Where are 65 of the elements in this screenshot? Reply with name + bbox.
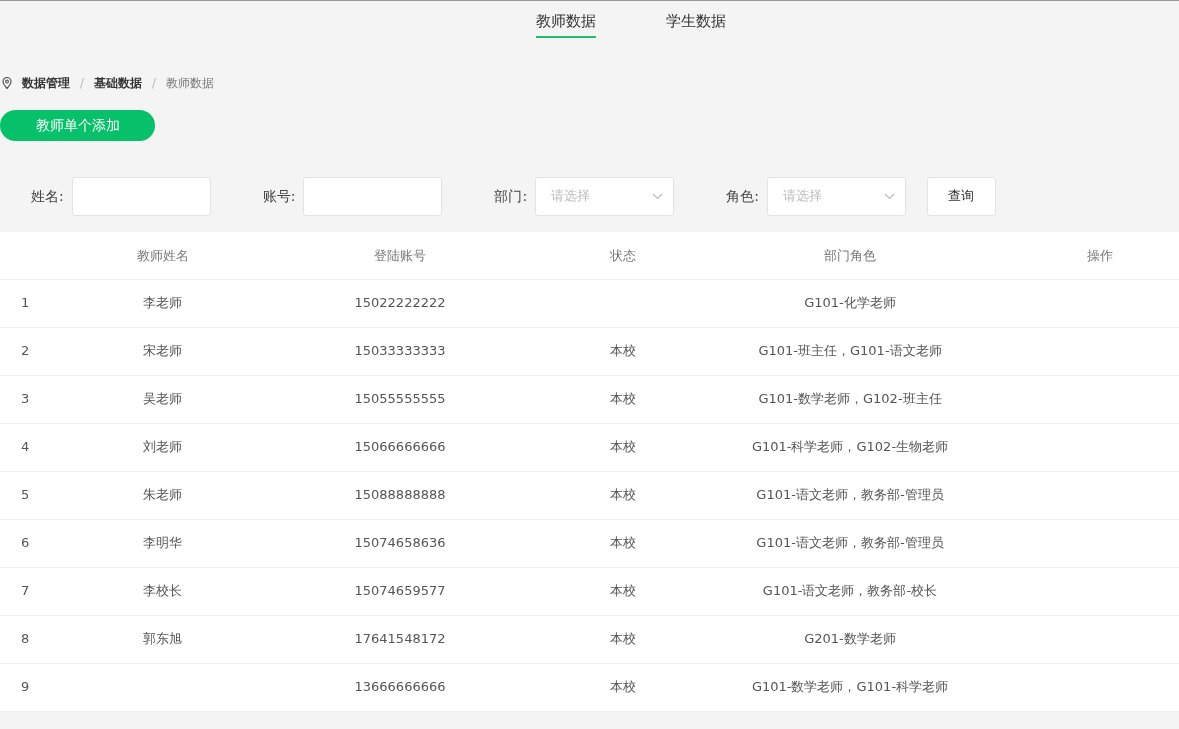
table-cell: 本校: [609, 679, 636, 695]
breadcrumb-separator: /: [152, 75, 157, 92]
query-button[interactable]: 查询: [926, 176, 996, 216]
breadcrumb-separator: /: [80, 75, 85, 92]
table-cell: 李老师: [143, 295, 182, 311]
table-cell: 宋老师: [143, 343, 182, 359]
table-cell: 15033333333: [354, 343, 446, 359]
table-cell: G101-数学老师，G102-班主任: [758, 391, 942, 407]
column-header: 部门角色: [680, 232, 1020, 279]
table-cell: 郭东旭: [143, 631, 182, 647]
table-cell: 刘老师: [143, 439, 182, 455]
table-cell: 15022222222: [354, 295, 446, 311]
table-cell: 17641548172: [354, 631, 446, 647]
column-header: 操作: [1020, 232, 1179, 279]
table-cell: 本校: [609, 487, 636, 503]
filter-label: 部门:: [494, 186, 528, 206]
column-header: 状态: [565, 232, 680, 279]
text-input-field[interactable]: [303, 176, 443, 216]
location-pin-icon: [2, 77, 12, 89]
table-cell: 15074658636: [354, 535, 446, 551]
table-cell: 5: [21, 487, 30, 503]
table-cell: 4: [21, 439, 30, 455]
table-cell: 本校: [609, 631, 636, 647]
table-cell: 李校长: [143, 583, 182, 599]
tab[interactable]: 学生数据: [665, 1, 726, 38]
table-cell: 本校: [609, 535, 636, 551]
table-cell: 9: [21, 679, 30, 695]
chevron-down-icon: [652, 192, 664, 200]
breadcrumb-item[interactable]: 数据管理: [22, 74, 70, 92]
table-cell: G101-化学老师: [804, 295, 896, 311]
table-cell: 本校: [609, 439, 636, 455]
breadcrumb-item: 教师数据: [166, 75, 215, 92]
table-cell: 6: [21, 535, 30, 551]
filter-label: 账号:: [262, 186, 296, 206]
table-cell: 8: [21, 631, 30, 647]
table-cell: 李明华: [143, 535, 182, 551]
filter-label: 姓名:: [31, 186, 64, 206]
table-cell: 3: [21, 391, 30, 407]
table-cell: 15088888888: [354, 487, 446, 503]
table-cell: G101-语文老师，教务部-管理员: [756, 487, 944, 503]
table-cell: 13666666666: [354, 679, 446, 695]
breadcrumb-item[interactable]: 基础数据: [94, 74, 143, 92]
table-cell: 本校: [609, 343, 636, 359]
tab[interactable]: 教师数据: [535, 1, 596, 38]
column-header: 教师姓名: [90, 232, 235, 279]
table-cell: 本校: [609, 391, 636, 407]
table-cell: 2: [21, 343, 30, 359]
table-cell: 15074659577: [354, 583, 446, 599]
table-cell: 吴老师: [143, 391, 182, 407]
table-cell: 1: [21, 295, 30, 311]
table-cell: 本校: [609, 583, 636, 599]
table-cell: G101-数学老师，G101-科学老师: [751, 679, 949, 695]
table-cell: G101-语文老师，教务部-管理员: [756, 535, 944, 551]
table-cell: 7: [21, 583, 30, 599]
table-cell: G201-数学老师: [804, 631, 896, 647]
table-cell: 15055555555: [354, 391, 446, 407]
table-cell: 15066666666: [354, 439, 446, 455]
chevron-down-icon: [883, 192, 895, 200]
table-cell: G101-班主任，G101-语文老师: [758, 343, 942, 359]
column-header: 登陆账号: [235, 232, 565, 279]
table-cell: G101-语文老师，教务部-校长: [762, 583, 938, 599]
text-input-field[interactable]: [71, 176, 211, 216]
table-cell: 朱老师: [143, 487, 182, 503]
filter-label: 角色:: [726, 186, 759, 206]
table-cell: G101-科学老师，G102-生物老师: [751, 439, 949, 455]
